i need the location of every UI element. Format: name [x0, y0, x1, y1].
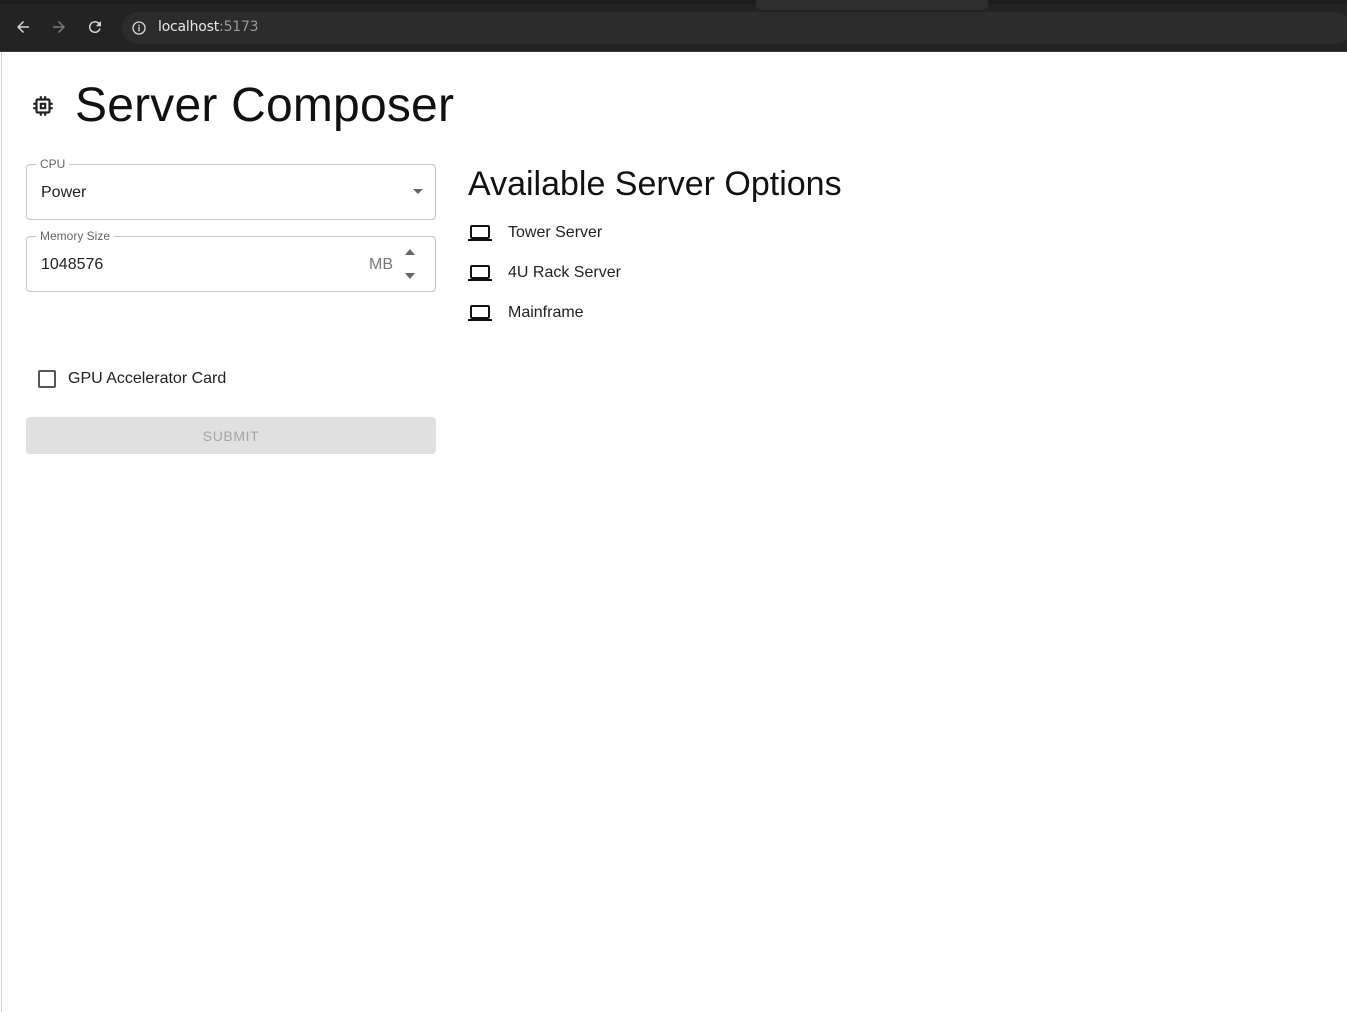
browser-toolbar: localhost:5173 [0, 0, 1347, 52]
back-button[interactable] [10, 14, 36, 40]
app-page: Server Composer CPU Power Memory Size 10… [1, 52, 1347, 1012]
option-label: 4U Rack Server [508, 264, 621, 281]
gpu-checkbox-row[interactable]: GPU Accelerator Card [38, 370, 226, 388]
page-title: Server Composer [75, 79, 455, 132]
decrement-arrow-icon[interactable] [405, 273, 415, 279]
gpu-checkbox[interactable] [38, 370, 56, 388]
header: Server Composer [30, 78, 454, 133]
memory-size-input[interactable]: Memory Size 1048576 MB [26, 229, 436, 292]
option-label: Tower Server [508, 224, 603, 241]
url-port: :5173 [219, 19, 259, 35]
gpu-checkbox-label[interactable]: GPU Accelerator Card [68, 370, 226, 388]
active-tab[interactable] [756, 0, 988, 10]
laptop-icon [468, 305, 492, 321]
address-bar[interactable] [122, 12, 1347, 44]
info-icon[interactable] [131, 20, 147, 36]
option-label: Mainframe [508, 304, 584, 321]
increment-arrow-icon[interactable] [405, 249, 415, 255]
cpu-select[interactable]: CPU Power [26, 157, 436, 220]
reload-icon [88, 21, 101, 34]
cpu-value: Power [41, 184, 87, 201]
forward-button[interactable] [46, 14, 72, 40]
list-item-4u-rack-server: 4U Rack Server [468, 261, 621, 285]
arrow-left-icon [17, 21, 29, 33]
cpu-label: CPU [36, 157, 70, 171]
arrow-right-icon [53, 21, 65, 33]
url-text[interactable]: localhost:5173 [158, 19, 259, 35]
cpu-chip-icon [33, 95, 53, 116]
memory-unit: MB [369, 256, 393, 273]
tab-strip [0, 0, 1347, 4]
options-heading: Available Server Options [468, 165, 842, 203]
memory-size-label: Memory Size [36, 229, 115, 243]
list-item-mainframe: Mainframe [468, 301, 584, 325]
memory-size-value[interactable]: 1048576 [41, 256, 103, 274]
list-item-tower-server: Tower Server [468, 221, 602, 245]
submit-button[interactable]: SUBMIT [26, 417, 436, 454]
reload-button[interactable] [82, 14, 108, 40]
dropdown-arrow-icon[interactable] [413, 189, 423, 194]
laptop-icon [468, 265, 492, 281]
laptop-icon [468, 225, 492, 241]
url-host: localhost [158, 19, 220, 35]
